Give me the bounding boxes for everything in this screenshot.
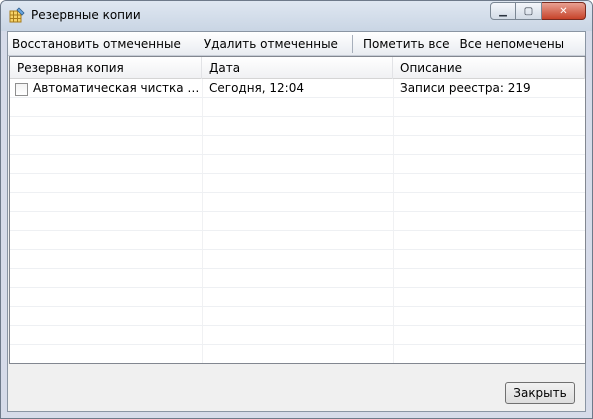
close-icon: ✕ — [559, 5, 568, 17]
maximize-icon: ▢ — [523, 5, 534, 17]
list-rows: Автоматическая чистка реестра Сегодня, 1… — [10, 79, 585, 363]
empty-row — [10, 136, 585, 155]
empty-row — [10, 307, 585, 326]
column-header-backup[interactable]: Резервная копия — [10, 57, 202, 79]
backup-date-cell: Сегодня, 12:04 — [209, 81, 304, 95]
close-window-button[interactable]: ✕ — [542, 2, 586, 20]
backup-window: Резервные копии ▁ ▢ ✕ Восстановить отмеч… — [0, 0, 593, 419]
empty-row — [10, 117, 585, 136]
delete-checked-button[interactable]: Удалить отмеченные — [200, 32, 344, 56]
title-bar[interactable]: Резервные копии ▁ ▢ ✕ — [1, 1, 592, 31]
maximize-button[interactable]: ▢ — [516, 2, 542, 20]
backup-list[interactable]: Резервная копия Дата Описание Автоматиче… — [9, 56, 586, 364]
column-header-date[interactable]: Дата — [202, 57, 393, 79]
backup-description-cell: Записи реестра: 219 — [400, 81, 531, 95]
minimize-icon: ▁ — [499, 5, 507, 17]
caption-buttons: ▁ ▢ ✕ — [490, 2, 586, 20]
list-header: Резервная копия Дата Описание — [10, 57, 585, 79]
toolbar: Восстановить отмеченные Удалить отмеченн… — [8, 32, 585, 56]
minimize-button[interactable]: ▁ — [490, 2, 516, 20]
empty-row — [10, 326, 585, 345]
table-row[interactable]: Автоматическая чистка реестра Сегодня, 1… — [10, 79, 585, 98]
window-title: Резервные копии — [31, 8, 141, 22]
empty-row — [10, 345, 585, 363]
empty-row — [10, 212, 585, 231]
check-all-button[interactable]: Пометить все — [359, 32, 456, 56]
client-area: Восстановить отмеченные Удалить отмеченн… — [7, 31, 586, 412]
empty-row — [10, 231, 585, 250]
empty-row — [10, 155, 585, 174]
restore-checked-button[interactable]: Восстановить отмеченные — [8, 32, 187, 56]
empty-row — [10, 98, 585, 117]
empty-row — [10, 250, 585, 269]
registry-backup-icon — [9, 7, 25, 23]
backup-name-cell: Автоматическая чистка реестра — [33, 81, 202, 95]
close-button[interactable]: Закрыть — [505, 382, 575, 404]
empty-row — [10, 174, 585, 193]
empty-row — [10, 269, 585, 288]
empty-row — [10, 288, 585, 307]
toolbar-separator — [351, 34, 353, 53]
uncheck-all-button[interactable]: Все непомечены — [455, 32, 570, 56]
empty-row — [10, 193, 585, 212]
column-header-description[interactable]: Описание — [393, 57, 585, 79]
